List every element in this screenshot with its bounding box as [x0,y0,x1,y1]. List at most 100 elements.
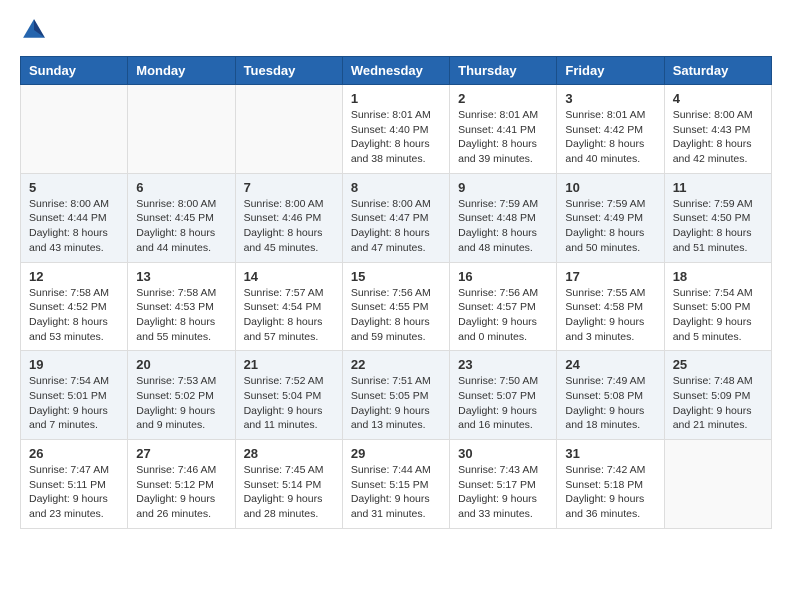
day-info: Sunrise: 8:00 AM Sunset: 4:43 PM Dayligh… [673,108,763,167]
day-info: Sunrise: 7:46 AM Sunset: 5:12 PM Dayligh… [136,463,226,522]
day-info: Sunrise: 7:55 AM Sunset: 4:58 PM Dayligh… [565,286,655,345]
day-number: 15 [351,269,441,284]
day-info: Sunrise: 7:59 AM Sunset: 4:48 PM Dayligh… [458,197,548,256]
day-number: 16 [458,269,548,284]
col-header-monday: Monday [128,57,235,85]
day-number: 8 [351,180,441,195]
day-info: Sunrise: 8:00 AM Sunset: 4:45 PM Dayligh… [136,197,226,256]
calendar-cell: 9 Sunrise: 7:59 AM Sunset: 4:48 PM Daylig… [450,173,557,262]
day-number: 3 [565,91,655,106]
logo-icon [20,16,48,44]
calendar-cell: 6 Sunrise: 8:00 AM Sunset: 4:45 PM Daylig… [128,173,235,262]
calendar-cell [128,85,235,174]
day-number: 9 [458,180,548,195]
calendar-cell: 28 Sunrise: 7:45 AM Sunset: 5:14 PM Dayli… [235,440,342,529]
calendar-cell: 24 Sunrise: 7:49 AM Sunset: 5:08 PM Dayli… [557,351,664,440]
calendar-week-5: 26 Sunrise: 7:47 AM Sunset: 5:11 PM Dayli… [21,440,772,529]
day-number: 12 [29,269,119,284]
calendar-cell [235,85,342,174]
calendar-cell [664,440,771,529]
day-info: Sunrise: 7:44 AM Sunset: 5:15 PM Dayligh… [351,463,441,522]
day-info: Sunrise: 7:59 AM Sunset: 4:49 PM Dayligh… [565,197,655,256]
day-number: 11 [673,180,763,195]
day-info: Sunrise: 8:01 AM Sunset: 4:40 PM Dayligh… [351,108,441,167]
day-info: Sunrise: 8:00 AM Sunset: 4:46 PM Dayligh… [244,197,334,256]
day-info: Sunrise: 7:58 AM Sunset: 4:52 PM Dayligh… [29,286,119,345]
calendar-cell: 13 Sunrise: 7:58 AM Sunset: 4:53 PM Dayli… [128,262,235,351]
calendar-week-1: 1 Sunrise: 8:01 AM Sunset: 4:40 PM Daylig… [21,85,772,174]
day-number: 21 [244,357,334,372]
day-number: 7 [244,180,334,195]
day-number: 19 [29,357,119,372]
calendar-cell: 7 Sunrise: 8:00 AM Sunset: 4:46 PM Daylig… [235,173,342,262]
col-header-tuesday: Tuesday [235,57,342,85]
day-number: 17 [565,269,655,284]
calendar-cell: 20Sunrise: 7:53 AM Sunset: 5:02 PM Dayli… [128,351,235,440]
calendar-cell [21,85,128,174]
calendar-cell: 26 Sunrise: 7:47 AM Sunset: 5:11 PM Dayli… [21,440,128,529]
day-info: Sunrise: 7:43 AM Sunset: 5:17 PM Dayligh… [458,463,548,522]
day-info: Sunrise: 8:00 AM Sunset: 4:44 PM Dayligh… [29,197,119,256]
calendar-cell: 10Sunrise: 7:59 AM Sunset: 4:49 PM Dayli… [557,173,664,262]
day-number: 13 [136,269,226,284]
day-number: 25 [673,357,763,372]
day-info: Sunrise: 7:45 AM Sunset: 5:14 PM Dayligh… [244,463,334,522]
day-info: Sunrise: 7:47 AM Sunset: 5:11 PM Dayligh… [29,463,119,522]
calendar-cell: 15Sunrise: 7:56 AM Sunset: 4:55 PM Dayli… [342,262,449,351]
calendar-week-4: 19 Sunrise: 7:54 AM Sunset: 5:01 PM Dayli… [21,351,772,440]
col-header-sunday: Sunday [21,57,128,85]
day-info: Sunrise: 7:58 AM Sunset: 4:53 PM Dayligh… [136,286,226,345]
day-number: 1 [351,91,441,106]
calendar-week-3: 12 Sunrise: 7:58 AM Sunset: 4:52 PM Dayli… [21,262,772,351]
calendar-cell: 29Sunrise: 7:44 AM Sunset: 5:15 PM Dayli… [342,440,449,529]
day-info: Sunrise: 7:54 AM Sunset: 5:00 PM Dayligh… [673,286,763,345]
calendar-cell: 8 Sunrise: 8:00 AM Sunset: 4:47 PM Daylig… [342,173,449,262]
day-number: 22 [351,357,441,372]
day-number: 6 [136,180,226,195]
col-header-friday: Friday [557,57,664,85]
day-info: Sunrise: 7:57 AM Sunset: 4:54 PM Dayligh… [244,286,334,345]
day-number: 24 [565,357,655,372]
calendar-cell: 30Sunrise: 7:43 AM Sunset: 5:17 PM Dayli… [450,440,557,529]
calendar-header-row: SundayMondayTuesdayWednesdayThursdayFrid… [21,57,772,85]
calendar-cell: 14Sunrise: 7:57 AM Sunset: 4:54 PM Dayli… [235,262,342,351]
calendar-cell: 11 Sunrise: 7:59 AM Sunset: 4:50 PM Dayli… [664,173,771,262]
calendar-cell: 21 Sunrise: 7:52 AM Sunset: 5:04 PM Dayli… [235,351,342,440]
day-number: 23 [458,357,548,372]
calendar-cell: 12 Sunrise: 7:58 AM Sunset: 4:52 PM Dayli… [21,262,128,351]
day-info: Sunrise: 7:59 AM Sunset: 4:50 PM Dayligh… [673,197,763,256]
calendar-cell: 3 Sunrise: 8:01 AM Sunset: 4:42 PM Daylig… [557,85,664,174]
day-info: Sunrise: 8:01 AM Sunset: 4:42 PM Dayligh… [565,108,655,167]
calendar-cell: 17 Sunrise: 7:55 AM Sunset: 4:58 PM Dayli… [557,262,664,351]
day-number: 2 [458,91,548,106]
day-info: Sunrise: 8:00 AM Sunset: 4:47 PM Dayligh… [351,197,441,256]
day-number: 4 [673,91,763,106]
day-info: Sunrise: 7:48 AM Sunset: 5:09 PM Dayligh… [673,374,763,433]
calendar-cell: 5Sunrise: 8:00 AM Sunset: 4:44 PM Daylig… [21,173,128,262]
day-number: 26 [29,446,119,461]
day-info: Sunrise: 7:50 AM Sunset: 5:07 PM Dayligh… [458,374,548,433]
day-info: Sunrise: 7:53 AM Sunset: 5:02 PM Dayligh… [136,374,226,433]
header [20,16,772,44]
day-number: 18 [673,269,763,284]
day-info: Sunrise: 7:49 AM Sunset: 5:08 PM Dayligh… [565,374,655,433]
col-header-saturday: Saturday [664,57,771,85]
day-info: Sunrise: 7:56 AM Sunset: 4:57 PM Dayligh… [458,286,548,345]
page: SundayMondayTuesdayWednesdayThursdayFrid… [0,0,792,549]
day-number: 31 [565,446,655,461]
col-header-thursday: Thursday [450,57,557,85]
day-info: Sunrise: 8:01 AM Sunset: 4:41 PM Dayligh… [458,108,548,167]
day-info: Sunrise: 7:52 AM Sunset: 5:04 PM Dayligh… [244,374,334,433]
calendar-cell: 25 Sunrise: 7:48 AM Sunset: 5:09 PM Dayli… [664,351,771,440]
calendar-cell: 31 Sunrise: 7:42 AM Sunset: 5:18 PM Dayli… [557,440,664,529]
calendar-cell: 19 Sunrise: 7:54 AM Sunset: 5:01 PM Dayli… [21,351,128,440]
calendar-table: SundayMondayTuesdayWednesdayThursdayFrid… [20,56,772,529]
day-info: Sunrise: 7:54 AM Sunset: 5:01 PM Dayligh… [29,374,119,433]
logo [20,16,52,44]
day-number: 28 [244,446,334,461]
calendar-week-2: 5Sunrise: 8:00 AM Sunset: 4:44 PM Daylig… [21,173,772,262]
day-info: Sunrise: 7:42 AM Sunset: 5:18 PM Dayligh… [565,463,655,522]
calendar-cell: 18 Sunrise: 7:54 AM Sunset: 5:00 PM Dayli… [664,262,771,351]
calendar-cell: 23 Sunrise: 7:50 AM Sunset: 5:07 PM Dayli… [450,351,557,440]
calendar-cell: 4 Sunrise: 8:00 AM Sunset: 4:43 PM Daylig… [664,85,771,174]
